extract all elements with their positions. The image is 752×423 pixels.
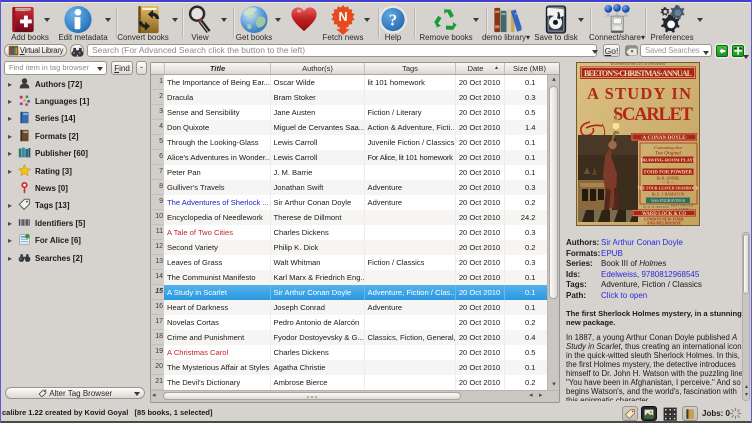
svg-text:?: ? (389, 10, 397, 29)
svg-text:Containing also: Containing also (654, 145, 683, 150)
svg-text:SCARLET: SCARLET (613, 105, 694, 125)
svg-text:↓: ↓ (667, 164, 669, 168)
svg-text:By E. J. HAMILTON: By E. J. HAMILTON (652, 193, 685, 197)
svg-text:DRAWING-ROOM PLAYS: DRAWING-ROOM PLAYS (641, 158, 696, 163)
svg-text:FOOD FOR POWDER: FOOD FOR POWDER (644, 171, 693, 176)
svg-text:A STUDY IN: A STUDY IN (587, 84, 691, 103)
svg-text:WARD·LOCK & CO: WARD·LOCK & CO (642, 212, 686, 217)
svg-text:THE FOUR-LEAVED SHAMROCK: THE FOUR-LEAVED SHAMROCK (637, 187, 699, 191)
svg-text:REGISTERED AT THE G.P.O. AS A: REGISTERED AT THE G.P.O. AS A NEWSPAPER (611, 63, 666, 66)
svg-text:By D. H. FRISTON: By D. H. FRISTON (643, 205, 669, 209)
svg-text:With ENGRAVINGS: With ENGRAVINGS (651, 198, 685, 203)
svg-text:·A·CONAN·DOYLE·: ·A·CONAN·DOYLE· (641, 136, 688, 141)
svg-text:BEETON'S·CHRISTMAS·ANNUAL: BEETON'S·CHRISTMAS·ANNUAL (584, 69, 692, 78)
svg-text:— § —: — § — (661, 180, 675, 185)
svg-text:N: N (338, 10, 347, 24)
svg-text:Two Original: Two Original (655, 152, 681, 157)
svg-text:AND·MELBOURNE: AND·MELBOURNE (647, 222, 682, 226)
